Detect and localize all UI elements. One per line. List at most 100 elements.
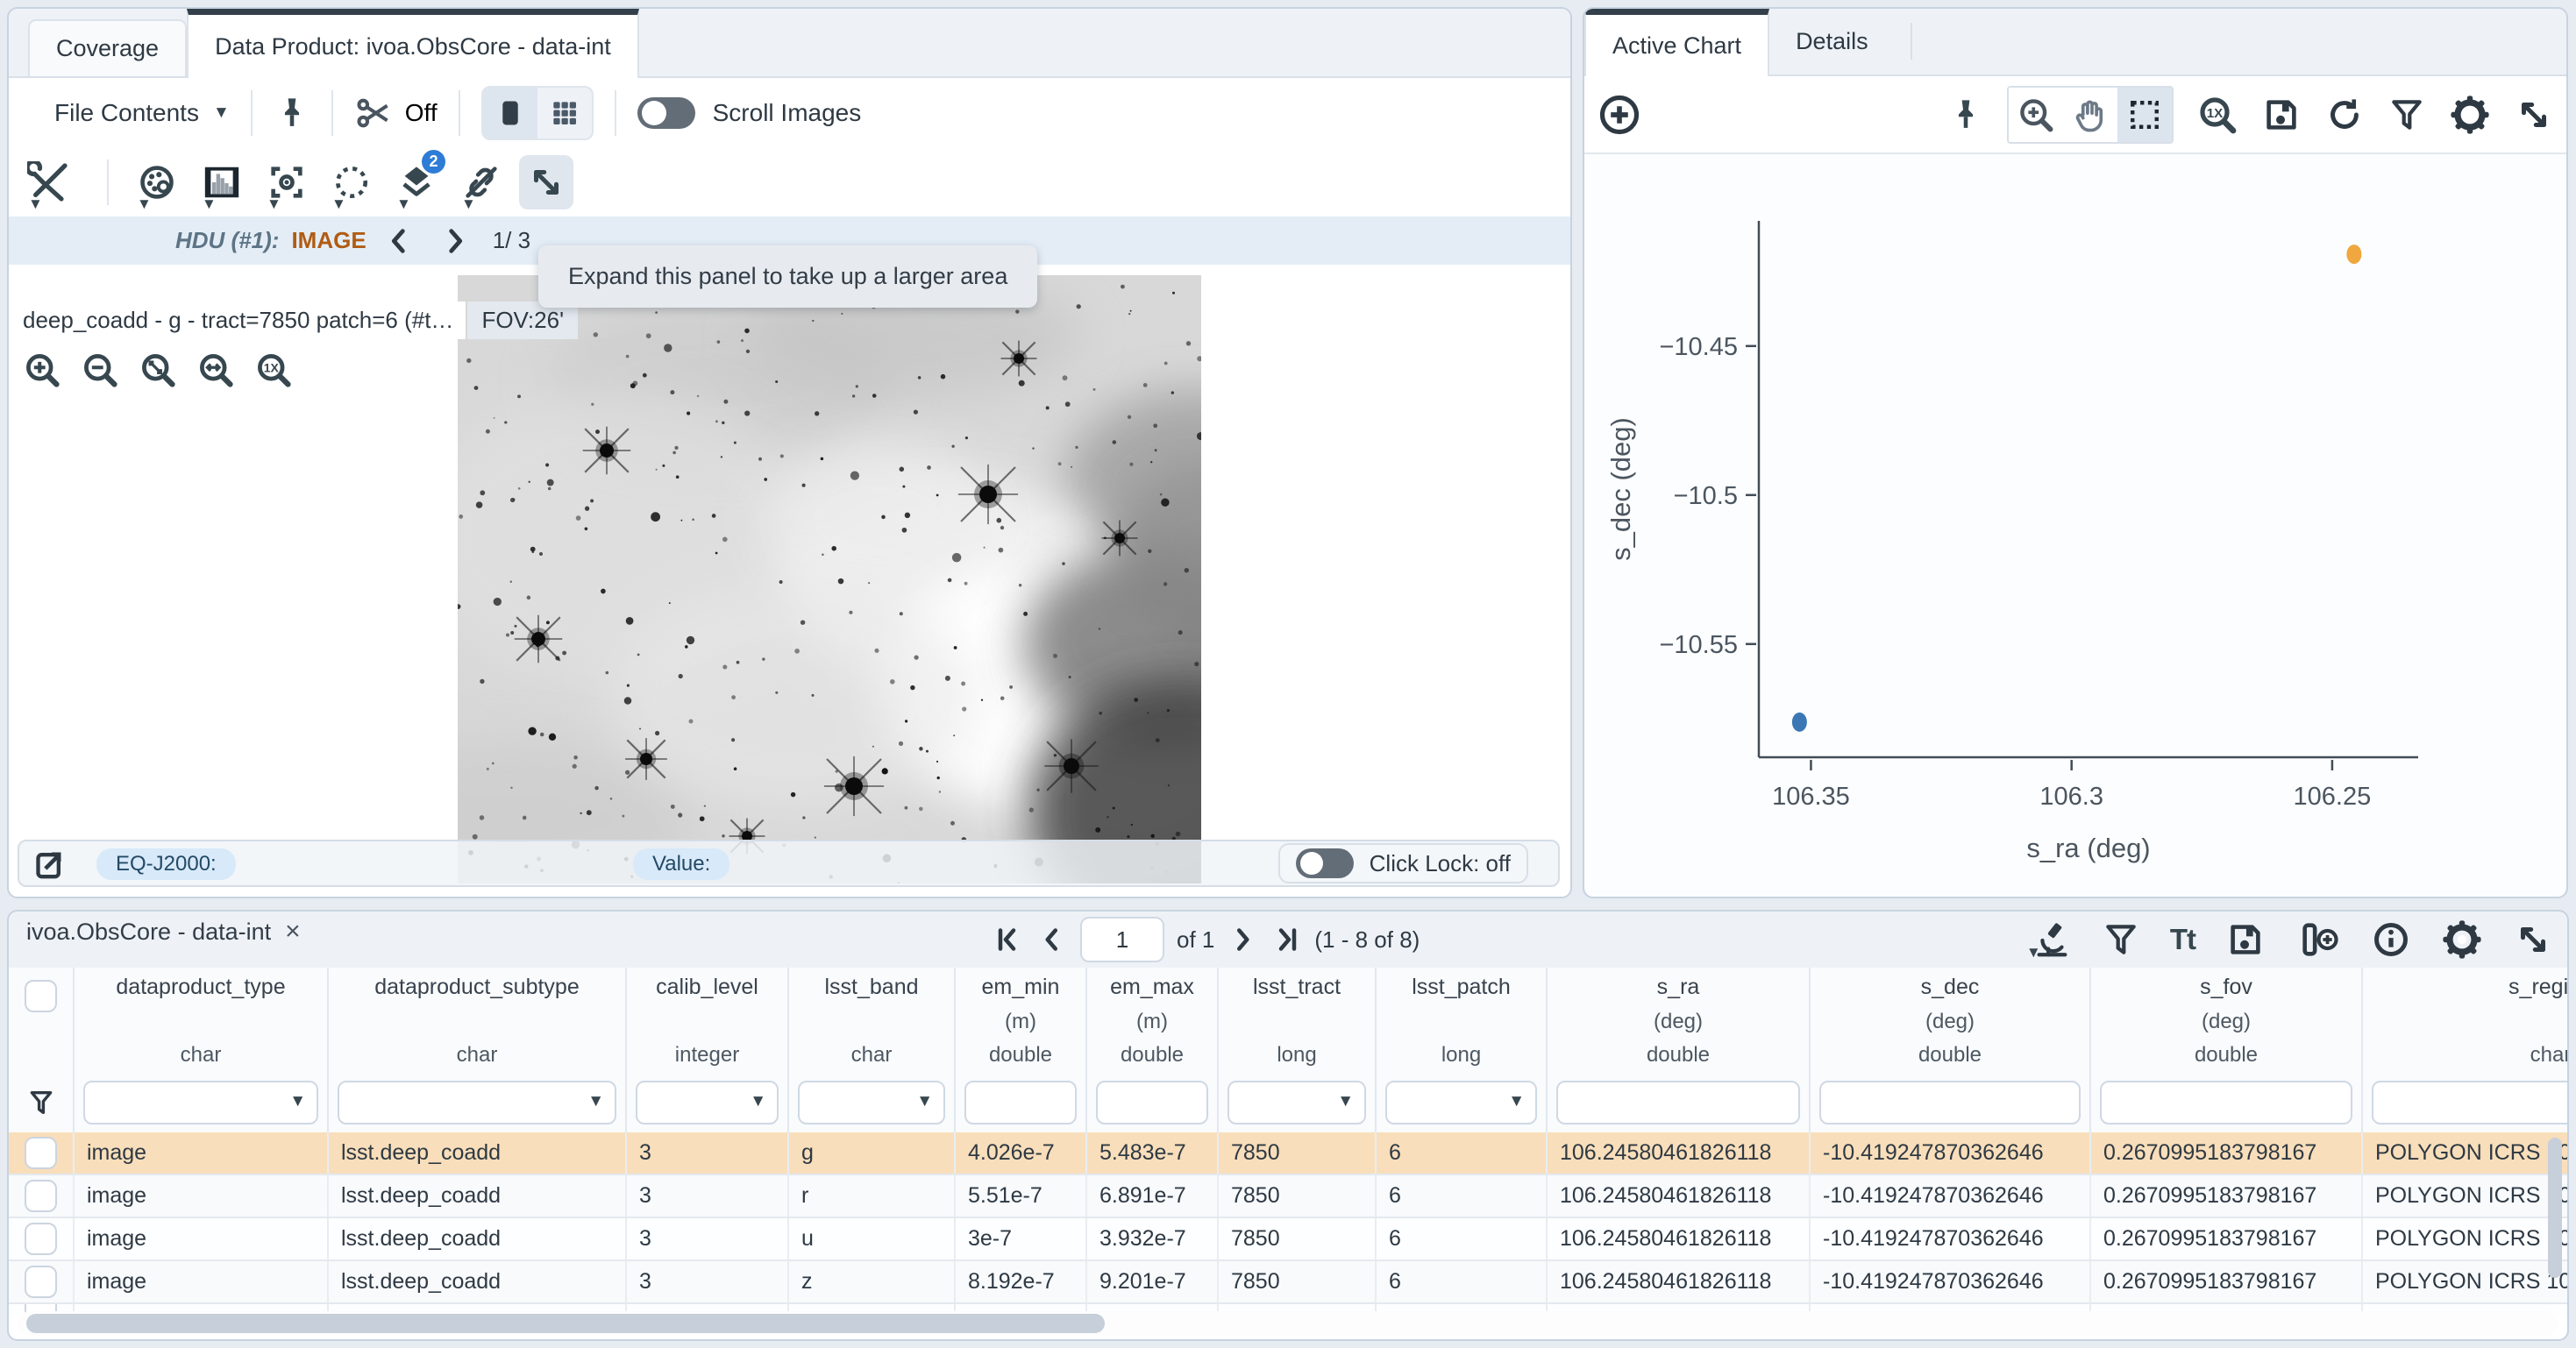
file-contents-dropdown[interactable]: File Contents ▼ (54, 99, 230, 127)
scrollbar-thumb[interactable] (26, 1314, 1105, 1333)
table-row[interactable]: imagelsst.deep_coadd3r5.51e-76.891e-7785… (9, 1175, 2569, 1218)
wcs-unlink-button[interactable]: ▼ (454, 155, 509, 209)
tools-button[interactable]: ▼ (21, 155, 75, 209)
row-checkbox[interactable] (25, 1266, 57, 1298)
vertical-scrollbar[interactable] (2548, 1138, 2562, 1313)
filter-select-dataproduct_type[interactable]: ▼ (83, 1081, 318, 1125)
popout-button[interactable] (32, 847, 67, 882)
zoom-out-button[interactable] (75, 345, 125, 394)
column-header-s_ra[interactable]: s_ra (deg) double (1548, 968, 1811, 1073)
pin-chart-button[interactable] (1947, 96, 1984, 133)
tab-active-chart[interactable]: Active Chart (1584, 9, 1769, 76)
scatter-chart[interactable]: 106.35106.3106.25−10.45−10.5−10.55s_ra (… (1584, 154, 2566, 898)
gear-icon (2441, 919, 2483, 961)
tab-details[interactable]: Details (1769, 9, 1895, 74)
restore-chart-button[interactable] (2324, 95, 2365, 135)
image-viewer[interactable]: deep_coadd - g - tract=7850 patch=6 (#t…… (9, 265, 1570, 898)
filter-select-calib_level[interactable]: ▼ (636, 1081, 779, 1125)
table-row[interactable]: imagelsst.deep_coadd3z8.192e-79.201e-778… (9, 1261, 2569, 1304)
next-hdu-button[interactable] (431, 226, 479, 256)
stretch-histogram-button[interactable]: ▼ (195, 155, 249, 209)
table-options-button[interactable]: ▼ (2032, 919, 2072, 960)
filter-input-s_region[interactable] (2372, 1081, 2569, 1125)
column-header-lsst_tract[interactable]: lsst_tract long (1219, 968, 1377, 1073)
pin-button[interactable] (274, 95, 310, 131)
filter-chart-button[interactable] (2387, 96, 2426, 134)
column-header-lsst_band[interactable]: lsst_band char (789, 968, 956, 1073)
row-checkbox[interactable] (25, 1180, 57, 1212)
chevron-down-icon: ▼ (1337, 1093, 1354, 1110)
crop-toggle-button[interactable]: Off (354, 94, 438, 132)
column-type: double (1121, 1043, 1184, 1068)
column-header-s_dec[interactable]: s_dec (deg) double (1811, 968, 2091, 1073)
zoom-original-button[interactable]: 1X (2196, 94, 2238, 136)
table-row[interactable]: imagelsst.deep_coadd3u3e-73.932e-7785061… (9, 1218, 2569, 1261)
column-type: char (851, 1043, 893, 1068)
filter-input-em_min[interactable] (964, 1081, 1077, 1125)
filter-input-s_ra[interactable] (1556, 1081, 1800, 1125)
save-table-button[interactable] (2225, 919, 2266, 960)
save-chart-button[interactable] (2261, 95, 2302, 135)
chart-settings-button[interactable] (2449, 94, 2491, 136)
filter-table-button[interactable] (2102, 920, 2140, 959)
filter-select-dataproduct_subtype[interactable]: ▼ (338, 1081, 616, 1125)
pan-mode-button[interactable] (2063, 88, 2117, 142)
click-lock-toggle[interactable] (1296, 848, 1354, 878)
horizontal-scrollbar[interactable] (18, 1311, 2558, 1336)
region-circle-button[interactable]: ▼ (324, 155, 379, 209)
single-view-button[interactable] (483, 88, 537, 138)
select-mode-button[interactable] (2117, 88, 2172, 142)
expand-chart-button[interactable] (2514, 95, 2554, 135)
tab-coverage[interactable]: Coverage (28, 19, 187, 76)
prev-hdu-button[interactable] (375, 226, 423, 256)
column-header-em_max[interactable]: em_max (m) double (1087, 968, 1219, 1073)
table-settings-button[interactable] (2441, 919, 2483, 961)
filter-input-em_max[interactable] (1096, 1081, 1208, 1125)
prev-page-button[interactable] (1036, 924, 1068, 955)
column-header-s_region[interactable]: s_region char (2363, 968, 2569, 1073)
column-header-s_fov[interactable]: s_fov (deg) double (2091, 968, 2363, 1073)
text-view-button[interactable]: Tt (2170, 923, 2195, 956)
row-checkbox[interactable] (25, 1223, 57, 1255)
table-tab[interactable]: ivoa.ObsCore - data-int × (26, 917, 301, 947)
add-column-button[interactable] (2295, 919, 2341, 960)
color-palette-button[interactable]: ▼ (130, 155, 184, 209)
table-row[interactable]: imagelsst.deep_coadd3g4.026e-75.483e-778… (9, 1132, 2569, 1175)
select-all-checkbox[interactable] (25, 980, 57, 1012)
zoom-1x-button[interactable]: 1X (249, 345, 298, 394)
data-point[interactable] (2346, 245, 2361, 264)
zoom-fill-button[interactable] (191, 345, 240, 394)
tab-data-product[interactable]: Data Product: ivoa.ObsCore - data-int (187, 9, 639, 78)
column-header-em_min[interactable]: em_min (m) double (956, 968, 1087, 1073)
row-checkbox[interactable] (25, 1137, 57, 1169)
last-page-button[interactable] (1270, 924, 1302, 955)
close-icon[interactable]: × (285, 917, 301, 947)
column-header-dataproduct_subtype[interactable]: dataproduct_subtype char (329, 968, 627, 1073)
expand-table-button[interactable] (2513, 919, 2553, 960)
filter-input-s_fov[interactable] (2100, 1081, 2352, 1125)
column-header-lsst_patch[interactable]: lsst_patch long (1377, 968, 1548, 1073)
next-page-button[interactable] (1227, 924, 1258, 955)
column-header-dataproduct_type[interactable]: dataproduct_type char (75, 968, 329, 1073)
zoom-mode-button[interactable] (2009, 88, 2063, 142)
data-point[interactable] (1792, 713, 1807, 732)
filter-input-s_dec[interactable] (1819, 1081, 2081, 1125)
page-input[interactable]: 1 (1080, 917, 1164, 962)
first-page-button[interactable] (993, 924, 1024, 955)
filter-select-lsst_band[interactable]: ▼ (798, 1081, 945, 1125)
filter-select-lsst_patch[interactable]: ▼ (1385, 1081, 1537, 1125)
zoom-fit-button[interactable] (133, 345, 182, 394)
expand-panel-button[interactable] (519, 155, 573, 209)
layers-button[interactable]: 2 ▼ (389, 155, 444, 209)
filter-select-lsst_tract[interactable]: ▼ (1228, 1081, 1366, 1125)
scroll-images-toggle[interactable] (637, 97, 695, 129)
table-info-button[interactable] (2371, 919, 2411, 960)
grid-view-button[interactable] (537, 88, 592, 138)
add-chart-button[interactable] (1597, 92, 1642, 138)
zoom-in-button[interactable] (18, 345, 67, 394)
table-scroll-region[interactable]: dataproduct_type chardataproduct_subtype… (9, 968, 2569, 1316)
recenter-button[interactable]: ▼ (260, 155, 314, 209)
column-header-calib_level[interactable]: calib_level integer (627, 968, 789, 1073)
scrollbar-thumb[interactable] (2548, 1138, 2562, 1278)
astronomy-image[interactable] (458, 275, 1201, 883)
